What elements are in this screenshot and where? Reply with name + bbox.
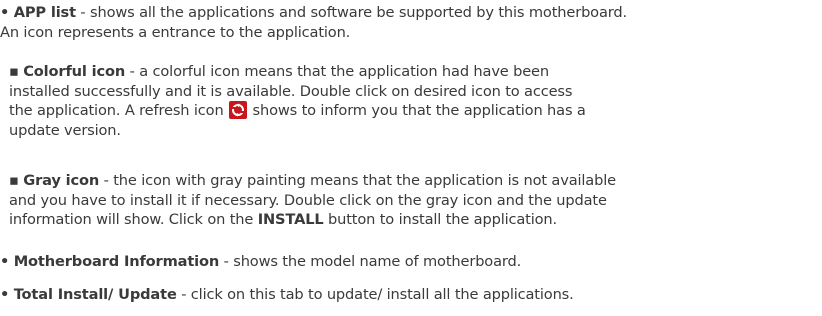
square-bullet: ▪ [9,63,19,80]
colorful-icon-desc-1: - a colorful icon means that the applica… [125,63,550,80]
gray-icon-item: ▪ Gray icon - the icon with gray paintin… [9,171,616,230]
refresh-icon [229,101,248,119]
gray-icon-desc-1: - the icon with gray painting means that… [99,172,616,189]
term-motherboard-information: Motherboard Information [13,253,220,270]
term-app-list: APP list [13,4,76,21]
app-list-item: • APP list - shows all the applications … [0,3,627,42]
app-list-desc-1: - shows all the applications and softwar… [75,4,627,21]
bullet: • [0,286,10,303]
bullet: • [0,253,10,270]
gray-icon-desc-3b: button to install the application. [323,211,558,228]
install-term: INSTALL [257,211,324,228]
bullet: • [0,4,10,21]
total-install-update-desc: - click on this tab to update/ install a… [176,286,574,303]
gray-icon-desc-3a: information will show. Click on the [9,211,258,228]
term-total-install-update: Total Install/ Update [13,286,177,303]
colorful-icon-desc-3a: the application. A refresh icon [9,102,229,119]
colorful-icon-desc-2: installed successfully and it is availab… [9,82,573,100]
gray-icon-desc-2: and you have to install it if necessary.… [9,191,607,209]
colorful-icon-desc-4: update version. [9,121,121,139]
term-colorful-icon: Colorful icon [23,63,126,80]
motherboard-info-desc: - shows the model name of motherboard. [219,253,522,270]
colorful-icon-desc-3b: shows to inform you that the application… [248,102,586,119]
colorful-icon-item: ▪ Colorful icon - a colorful icon means … [9,62,586,140]
app-list-desc-2: An icon represents a entrance to the app… [0,23,351,41]
term-gray-icon: Gray icon [23,172,100,189]
motherboard-info-item: • Motherboard Information - shows the mo… [0,252,521,272]
total-install-update-item: • Total Install/ Update - click on this … [0,285,574,305]
square-bullet: ▪ [9,172,19,189]
